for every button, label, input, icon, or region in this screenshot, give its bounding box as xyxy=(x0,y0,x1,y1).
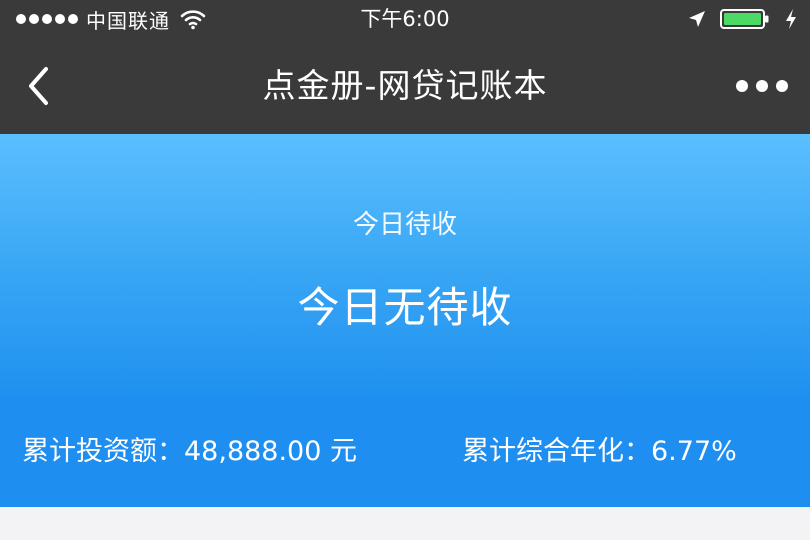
back-button[interactable] xyxy=(16,64,60,108)
chevron-left-icon xyxy=(29,67,48,105)
more-dots-icon xyxy=(756,80,768,92)
today-pending-value: 今日无待收 xyxy=(297,283,513,332)
location-arrow-icon xyxy=(689,11,705,27)
total-investment-stat: 累计投资额：48,888.00 元 xyxy=(22,436,357,467)
status-right xyxy=(688,0,798,38)
status-bar: 中国联通 下午6:00 xyxy=(0,0,810,38)
page-title: 点金册-网贷记账本 xyxy=(262,66,548,105)
content-area xyxy=(0,507,810,540)
battery-icon xyxy=(720,9,769,29)
nav-bar: 点金册-网贷记账本 xyxy=(0,38,810,134)
charging-icon xyxy=(786,9,796,29)
more-options-button[interactable] xyxy=(736,68,788,104)
annualized-rate-stat: 累计综合年化：6.77% xyxy=(462,436,737,467)
today-pending-label: 今日待收 xyxy=(352,210,457,240)
today-summary-panel: 今日待收 今日无待收 xyxy=(0,134,810,397)
more-dots-icon xyxy=(776,80,788,92)
stats-bar: 累计投资额：48,888.00 元 累计综合年化：6.77% xyxy=(0,397,810,507)
more-dots-icon xyxy=(736,80,748,92)
